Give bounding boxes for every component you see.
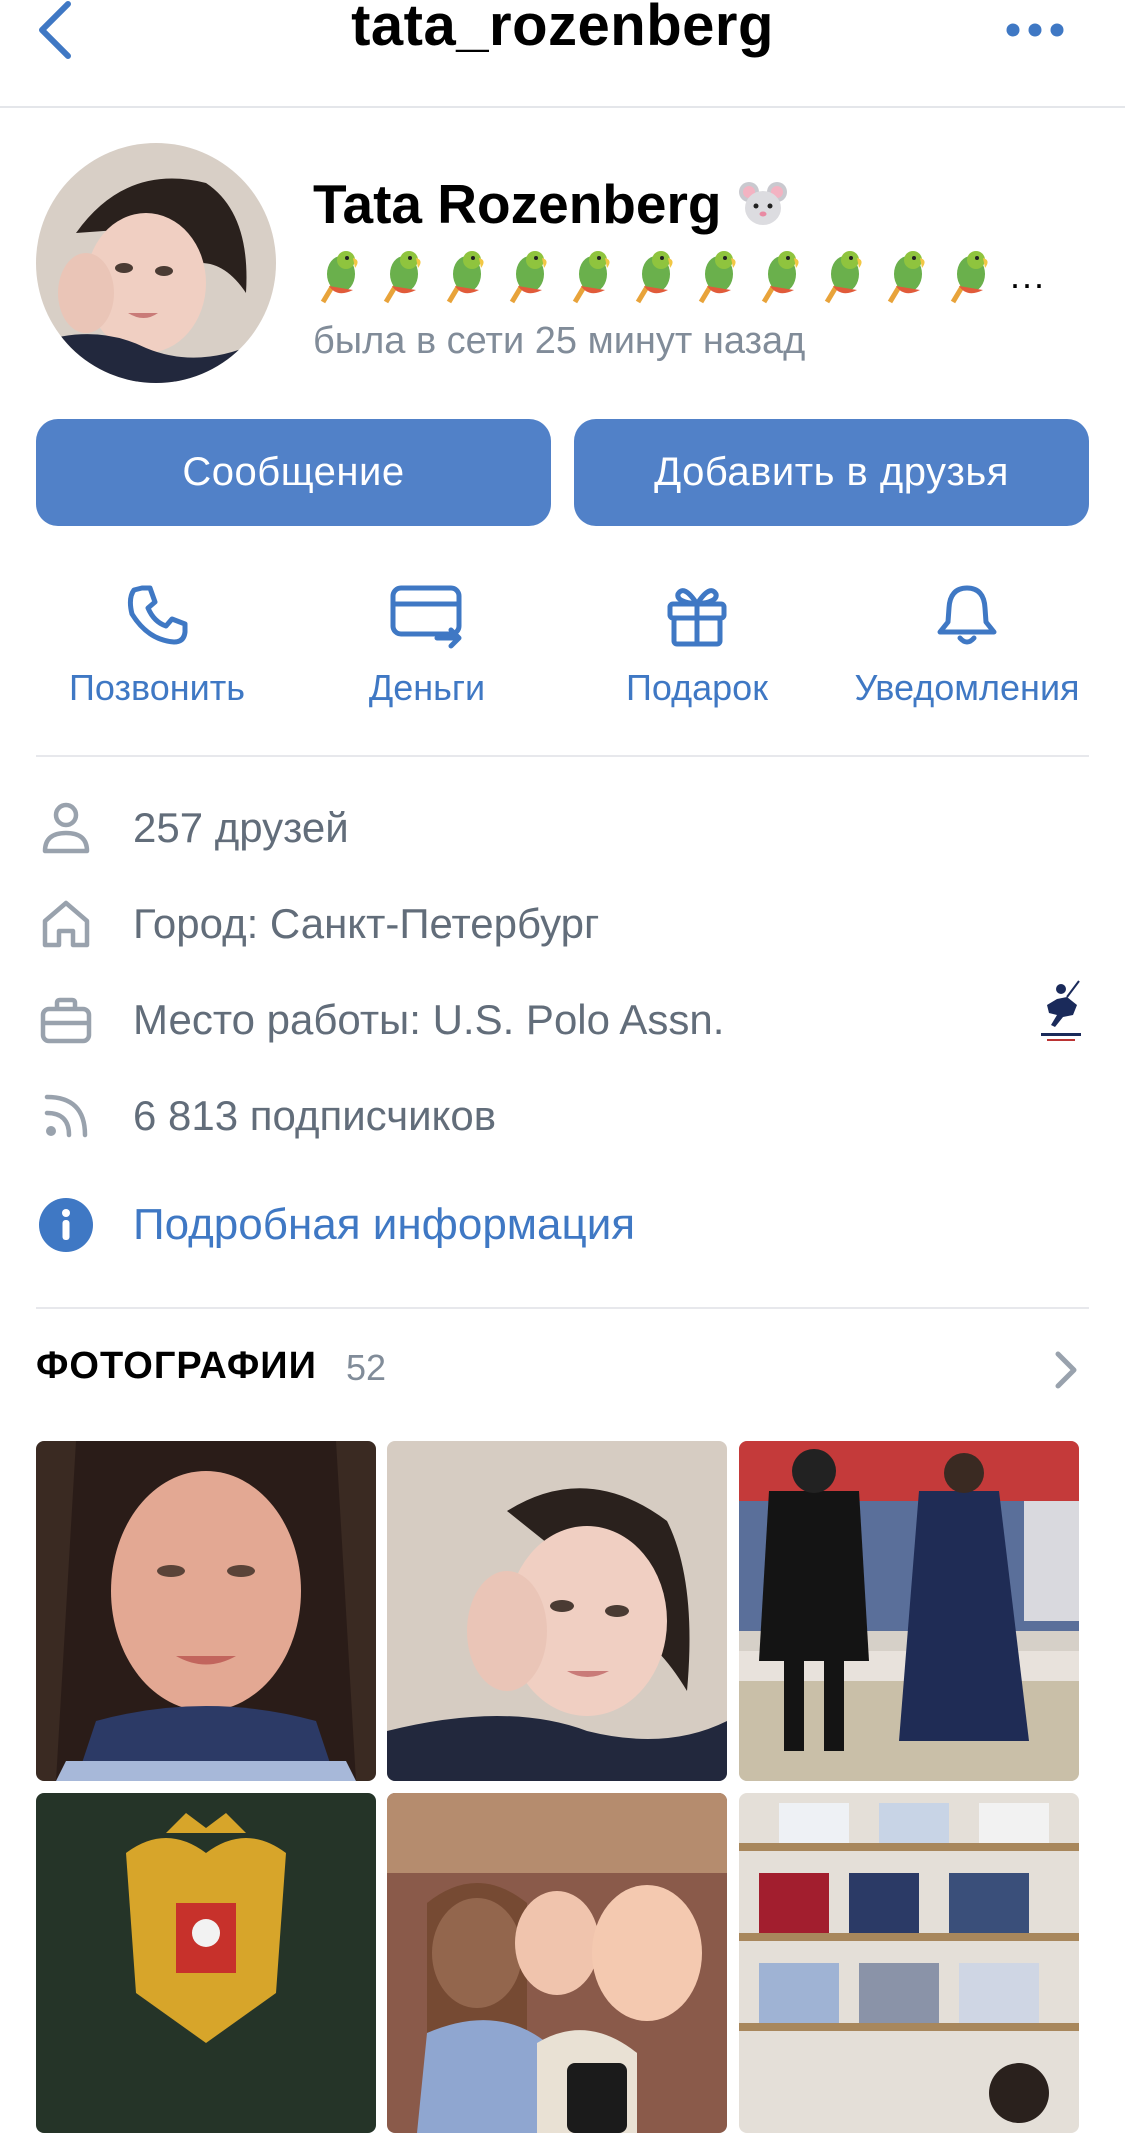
home-icon: [36, 894, 96, 954]
parrot-emoji-icon: [313, 246, 365, 306]
photos-open-button[interactable]: [1050, 1350, 1080, 1390]
work-row[interactable]: Место работы: U.S. Polo Assn.: [36, 980, 1089, 1055]
divider: [36, 1307, 1089, 1309]
online-status: была в сети 25 минут назад: [313, 320, 806, 362]
photos-section-title[interactable]: ФОТОГРАФИИ: [36, 1345, 317, 1388]
notifications-action[interactable]: Уведомления: [852, 580, 1082, 720]
notifications-label: Уведомления: [854, 667, 1080, 708]
profile-name-row: Tata Rozenberg: [313, 172, 789, 236]
company-logo[interactable]: [1033, 975, 1089, 1049]
parrot-emoji-icon: [439, 246, 491, 306]
info-icon: [36, 1195, 96, 1255]
money-transfer-icon: [390, 585, 462, 649]
city-row: Город: Санкт-Петербург: [36, 889, 1089, 959]
photo-thumbnail[interactable]: [387, 1793, 727, 2133]
gift-action[interactable]: Подарок: [582, 580, 812, 720]
call-action[interactable]: Позвонить: [42, 580, 272, 720]
more-dots-icon: [1006, 23, 1064, 37]
money-action[interactable]: Деньги: [312, 580, 542, 720]
call-label: Позвонить: [69, 667, 245, 708]
photos-count: 52: [346, 1347, 387, 1388]
parrot-emoji-icon: [691, 246, 743, 306]
gift-label: Подарок: [626, 667, 768, 708]
parrot-emoji-icon: [376, 246, 428, 306]
parrot-emoji-icon: [817, 246, 869, 306]
photo-thumbnail[interactable]: [36, 1793, 376, 2133]
divider: [36, 755, 1089, 757]
city-text: Город: Санкт-Петербург: [133, 900, 600, 947]
friends-row[interactable]: 257 друзей: [36, 793, 1089, 863]
mouse-emoji-icon: [737, 178, 789, 230]
photo-thumbnail[interactable]: [36, 1441, 376, 1781]
bell-icon: [937, 585, 997, 645]
add-friend-button[interactable]: Добавить в друзья: [574, 419, 1089, 526]
gift-icon: [667, 588, 727, 647]
photo-thumbnail[interactable]: [387, 1441, 727, 1781]
chevron-right-icon: [1055, 1351, 1077, 1389]
top-navigation-bar: tata_rozenberg: [0, 0, 1125, 108]
work-text: Место работы: U.S. Polo Assn.: [133, 996, 725, 1043]
parrot-emoji-icon: [502, 246, 554, 306]
parrot-emoji-icon: [880, 246, 932, 306]
message-button[interactable]: Сообщение: [36, 419, 551, 526]
phone-icon: [127, 585, 188, 645]
photo-thumbnail[interactable]: [739, 1441, 1079, 1781]
page-title: tata_rozenberg: [351, 0, 774, 58]
more-options-button[interactable]: [1000, 10, 1070, 50]
parrot-emoji-icon: [565, 246, 617, 306]
parrot-emoji-icon: [628, 246, 680, 306]
parrot-emoji-icon: [943, 246, 995, 306]
profile-status-emojis: ...: [313, 244, 1047, 308]
followers-row[interactable]: 6 813 подписчиков: [36, 1081, 1089, 1151]
details-row[interactable]: Подробная информация: [36, 1190, 1089, 1260]
parrot-emoji-icon: [754, 246, 806, 306]
rss-followers-icon: [36, 1086, 96, 1146]
followers-count: 6 813 подписчиков: [133, 1092, 497, 1139]
friends-count: 257 друзей: [133, 804, 349, 851]
money-label: Деньги: [368, 667, 486, 708]
profile-avatar[interactable]: [36, 143, 276, 383]
details-link[interactable]: Подробная информация: [133, 1200, 635, 1250]
photo-thumbnail[interactable]: [739, 1793, 1079, 2133]
profile-name: Tata Rozenberg: [313, 173, 722, 235]
briefcase-icon: [36, 990, 96, 1050]
user-icon: [36, 798, 96, 858]
status-ellipsis: ...: [1010, 255, 1047, 296]
